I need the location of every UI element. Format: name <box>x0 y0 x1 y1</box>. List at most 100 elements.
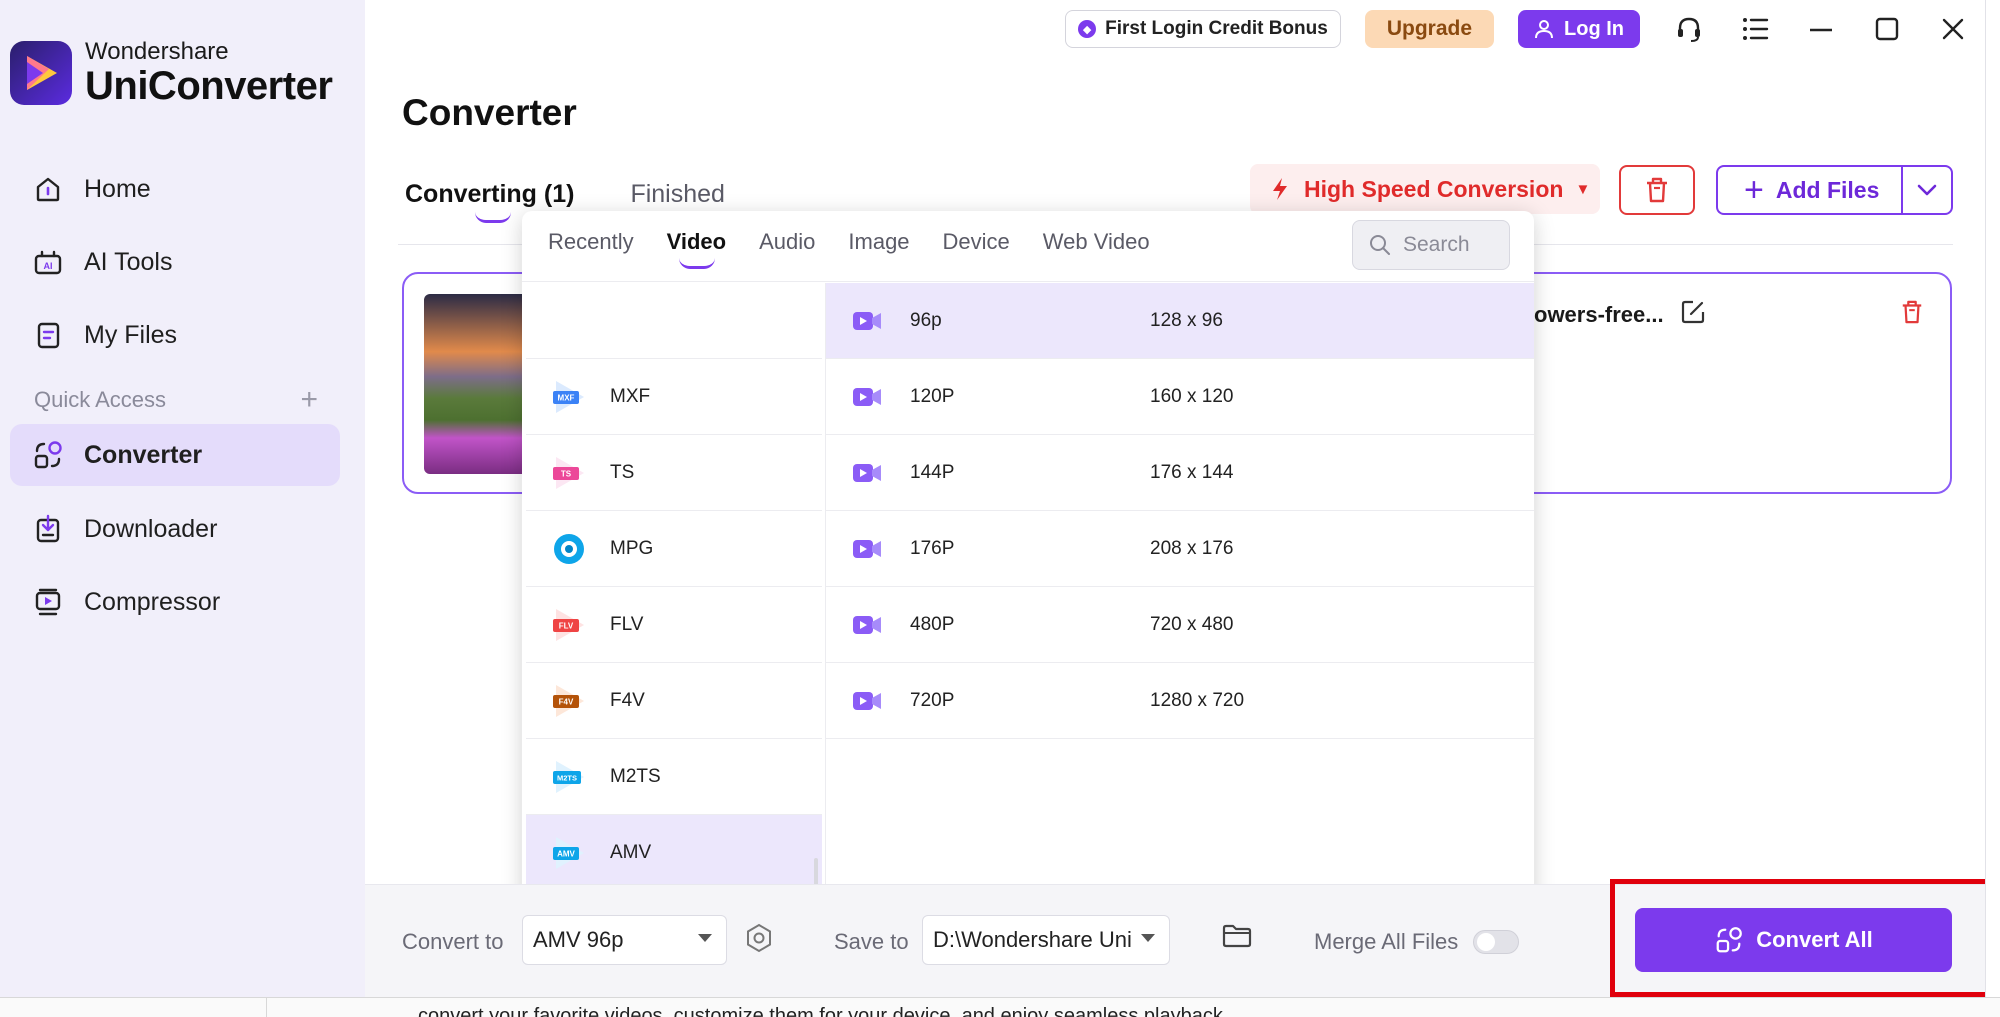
tab-converting[interactable]: Converting (1) <box>405 180 574 223</box>
mpg-format-icon <box>554 533 584 564</box>
mxf-format-icon: MXF <box>553 380 584 413</box>
background-text: convert your favorite videos, customize … <box>418 1005 1229 1017</box>
delete-all-button[interactable] <box>1619 165 1695 215</box>
save-to-select[interactable]: D:\Wondershare UniCor <box>922 915 1170 965</box>
converter-icon <box>28 435 68 475</box>
tab-audio[interactable]: Audio <box>759 229 815 255</box>
caret-down-icon <box>698 934 712 942</box>
downloader-icon <box>28 509 68 549</box>
resolution-name: 176P <box>910 537 955 559</box>
output-format-dropdown: Recently Video Audio Image Device Web Vi… <box>522 211 1534 907</box>
video-camera-icon <box>853 691 881 710</box>
resolution-size: 128 x 96 <box>1150 309 1223 331</box>
caret-down-icon <box>1141 934 1155 942</box>
close-icon[interactable] <box>1936 12 1970 46</box>
video-camera-icon <box>853 311 881 330</box>
headset-icon[interactable] <box>1672 12 1706 46</box>
window-scrollbar[interactable] <box>1985 0 2000 997</box>
sidebar-item-downloader[interactable]: Downloader <box>10 498 340 560</box>
sidebar-item-compressor[interactable]: Compressor <box>10 571 340 633</box>
format-search-input[interactable]: Search <box>1352 220 1510 270</box>
remove-file-icon[interactable] <box>1900 299 1924 330</box>
sidebar-item-my-files[interactable]: My Files <box>10 304 340 366</box>
sidebar-item-label: My Files <box>84 320 178 349</box>
add-quick-access-button[interactable]: + <box>300 385 318 415</box>
maximize-icon[interactable] <box>1870 12 1904 46</box>
title-bar: ◆ First Login Credit Bonus Upgrade Log I… <box>1065 10 1970 48</box>
format-list: MXF MXF TS TS MPG FLV FLV F4V F4V M2TS M… <box>526 283 826 907</box>
format-label: TS <box>610 461 635 483</box>
tab-finished[interactable]: Finished <box>630 180 725 209</box>
sidebar: Wondershare UniConverter Home AI AI Tool… <box>0 0 365 997</box>
svg-text:M2TS: M2TS <box>557 773 577 782</box>
svg-text:FLV: FLV <box>559 621 574 630</box>
format-category-tabs: Recently Video Audio Image Device Web Vi… <box>548 229 1183 269</box>
quick-access-label: Quick Access <box>34 387 167 412</box>
login-button[interactable]: Log In <box>1518 10 1640 48</box>
settings-icon[interactable] <box>745 923 773 958</box>
caret-down-icon: ▼ <box>1575 180 1591 198</box>
save-to-value: D:\Wondershare UniCor <box>933 927 1133 952</box>
merge-all-files-toggle[interactable] <box>1473 930 1519 954</box>
resolution-name: 120P <box>910 385 955 407</box>
user-icon <box>1535 20 1554 39</box>
add-files-dropdown-button[interactable] <box>1901 165 1953 215</box>
menu-list-icon[interactable] <box>1738 12 1772 46</box>
resolution-item-720p[interactable]: 720P 1280 x 720 <box>826 663 1534 739</box>
highlight-box <box>1610 879 1990 997</box>
f4v-format-icon: F4V <box>553 684 584 717</box>
format-item-ts[interactable]: TS TS <box>526 435 822 511</box>
brand-bottom: UniConverter <box>85 64 333 108</box>
sidebar-item-label: AI Tools <box>84 247 173 276</box>
resolution-size: 720 x 480 <box>1150 613 1234 635</box>
amv-format-icon: AMV <box>553 837 584 869</box>
tab-recently[interactable]: Recently <box>548 229 634 255</box>
format-item-amv[interactable]: AMV AMV <box>526 815 822 891</box>
sidebar-item-converter[interactable]: Converter <box>10 424 340 486</box>
convert-to-value: AMV 96p <box>533 927 624 952</box>
resolution-item-144p[interactable]: 144P 176 x 144 <box>826 435 1534 511</box>
tab-image[interactable]: Image <box>848 229 909 255</box>
folder-icon[interactable] <box>1222 923 1252 954</box>
resolution-item-96p[interactable]: 96p 128 x 96 <box>826 283 1534 359</box>
convert-to-select[interactable]: AMV 96p <box>522 915 727 965</box>
dropdown-divider <box>522 281 1534 282</box>
format-item-blank <box>526 283 822 359</box>
tab-web-video[interactable]: Web Video <box>1043 229 1150 255</box>
resolution-item-176p[interactable]: 176P 208 x 176 <box>826 511 1534 587</box>
format-item-flv[interactable]: FLV FLV <box>526 587 822 663</box>
video-camera-icon <box>853 615 881 634</box>
tab-device[interactable]: Device <box>943 229 1010 255</box>
save-to-label: Save to <box>834 929 909 954</box>
ai-tools-icon: AI <box>28 242 68 282</box>
page-title: Converter <box>402 92 577 133</box>
format-item-mpg[interactable]: MPG <box>526 511 822 587</box>
resolution-name: 720P <box>910 689 955 711</box>
sidebar-item-ai-tools[interactable]: AI AI Tools <box>10 231 340 293</box>
add-files-button[interactable]: + Add Files <box>1716 165 1901 215</box>
first-login-bonus-button[interactable]: ◆ First Login Credit Bonus <box>1065 10 1341 48</box>
video-camera-icon <box>853 387 881 406</box>
video-camera-icon <box>853 463 881 482</box>
format-item-mxf[interactable]: MXF MXF <box>526 359 822 435</box>
sidebar-item-home[interactable]: Home <box>10 158 340 220</box>
minimize-icon[interactable] <box>1804 12 1838 46</box>
upgrade-button[interactable]: Upgrade <box>1364 10 1495 48</box>
add-files-label: Add Files <box>1775 176 1880 203</box>
format-item-f4v[interactable]: F4V F4V <box>526 663 822 739</box>
high-speed-conversion-button[interactable]: High Speed Conversion ▼ <box>1250 164 1600 214</box>
format-item-m2ts[interactable]: M2TS M2TS <box>526 739 822 815</box>
sidebar-item-label: Compressor <box>84 587 221 616</box>
app-logo: Wondershare UniConverter <box>10 38 333 108</box>
resolution-name: 480P <box>910 613 955 635</box>
format-label: MXF <box>610 385 651 407</box>
edit-name-icon[interactable] <box>1680 299 1706 330</box>
svg-text:TS: TS <box>561 469 572 478</box>
resolution-item-120p[interactable]: 120P 160 x 120 <box>826 359 1534 435</box>
resolution-item-480p[interactable]: 480P 720 x 480 <box>826 587 1534 663</box>
search-placeholder: Search <box>1403 233 1470 256</box>
brand-top: Wondershare <box>85 38 229 65</box>
resolution-name: 144P <box>910 461 955 483</box>
uniconverter-logo-icon <box>10 41 72 105</box>
tab-video[interactable]: Video <box>667 229 726 269</box>
